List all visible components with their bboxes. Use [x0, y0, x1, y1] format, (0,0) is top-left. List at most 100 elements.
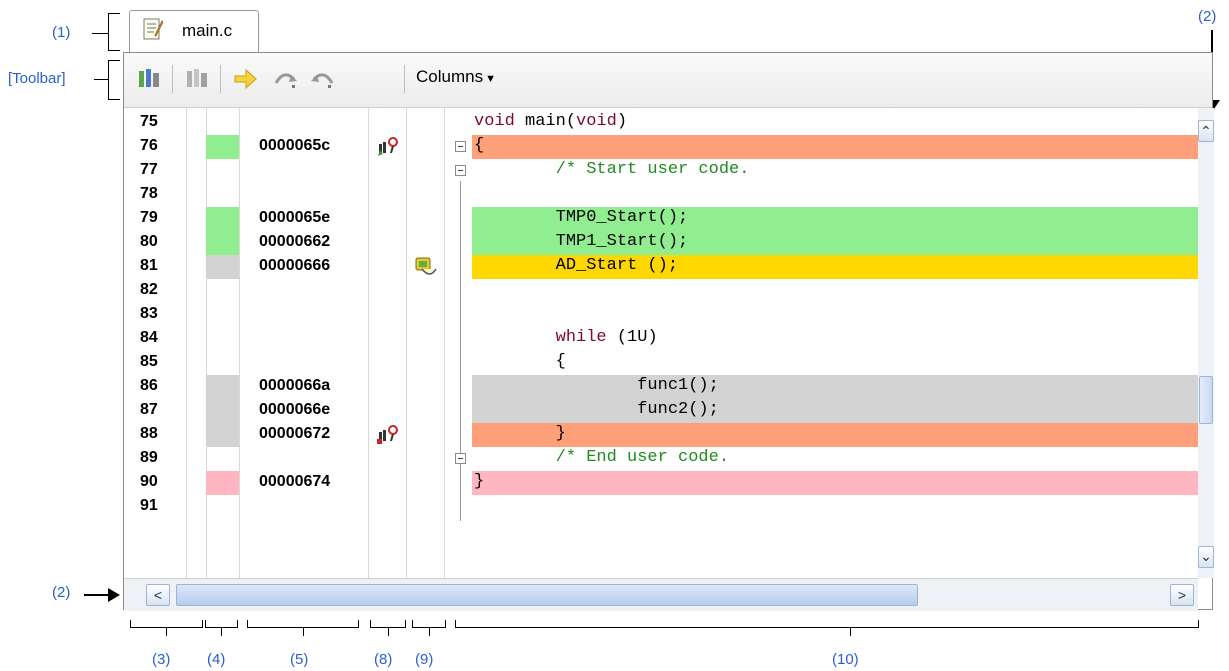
callout-1-leader — [92, 33, 108, 34]
code-text: TMP1_Start(); — [474, 232, 689, 251]
callout-3: (3) — [152, 651, 171, 668]
chevron-up-icon: ⌃ — [1200, 123, 1212, 139]
callout-4: (4) — [207, 651, 226, 668]
bracket-10 — [455, 620, 1199, 628]
code-comment: /* End user code. — [474, 448, 730, 467]
code-row: 81 00000666 AD_Start (); — [124, 255, 1198, 279]
address: 0000066e — [259, 401, 331, 418]
address: 00000672 — [259, 425, 331, 442]
code-row: 88 00000672 } — [124, 423, 1198, 447]
line-number: 88 — [140, 425, 158, 442]
code-row: 84 while (1U) — [124, 327, 1198, 351]
breakpoint-event-icon[interactable] — [376, 424, 400, 446]
step-in-icon[interactable] — [232, 65, 260, 93]
callout-toolbar: [Toolbar] — [8, 70, 66, 87]
code-text: { — [474, 136, 485, 155]
code-text: { — [474, 352, 566, 371]
scroll-left-button[interactable]: < — [146, 584, 170, 606]
code-row: 89 /* End user code. — [124, 447, 1198, 471]
coverage-cell — [206, 207, 239, 231]
scroll-right-button[interactable]: > — [1170, 584, 1194, 606]
code-row: 76 0000065c { — [124, 135, 1198, 159]
code-text: AD_Start (); — [474, 256, 679, 275]
code-row: 79 0000065e TMP0_Start(); — [124, 207, 1198, 231]
coverage-cell — [206, 471, 239, 495]
code-text: } — [474, 424, 566, 443]
horizontal-scrollbar[interactable]: < > — [124, 578, 1198, 611]
code-row: 86 0000066a func1(); — [124, 375, 1198, 399]
bracket-4 — [205, 620, 238, 628]
go-to-disassemble-icon[interactable] — [184, 65, 212, 93]
columns-dropdown[interactable]: Columns ▼ — [416, 67, 496, 87]
horizontal-scroll-thumb[interactable] — [176, 584, 918, 606]
editor-panel: Columns▼ 75 void main(void) 76 0000065c — [123, 52, 1214, 611]
scroll-up-button[interactable]: ⌃ — [1198, 120, 1214, 142]
chevron-left-icon: < — [153, 587, 163, 603]
coverage-cell — [206, 255, 239, 279]
line-number: 83 — [140, 305, 158, 322]
arrow-right-icon — [108, 588, 120, 602]
callout-9: (9) — [415, 651, 434, 668]
tab-label: main.c — [182, 21, 233, 40]
breakpoint-event-icon[interactable] — [376, 136, 400, 158]
scroll-down-button[interactable]: ⌄ — [1198, 546, 1214, 568]
fold-toggle-icon[interactable] — [455, 165, 466, 176]
fold-toggle-icon[interactable] — [455, 141, 466, 152]
code-row: 77 /* Start user code. — [124, 159, 1198, 183]
line-number: 86 — [140, 377, 158, 394]
code-row: 82 — [124, 279, 1198, 303]
bracket-8 — [370, 620, 406, 628]
columns-label: Columns — [416, 67, 484, 86]
callout-1-bracket — [108, 13, 109, 51]
toolbar-separator — [404, 65, 405, 93]
code-text: TMP0_Start(); — [474, 208, 689, 227]
address: 00000666 — [259, 257, 331, 274]
line-number: 79 — [140, 209, 158, 226]
code-text: void main(void) — [474, 112, 628, 131]
line-number: 85 — [140, 353, 158, 370]
line-number: 76 — [140, 137, 158, 154]
highlight-breakpoint — [472, 135, 1198, 159]
bracket-5 — [247, 620, 359, 628]
address: 00000662 — [259, 233, 331, 250]
line-number: 90 — [140, 473, 158, 490]
go-to-source-icon[interactable] — [136, 65, 164, 93]
step-over-icon[interactable] — [272, 65, 300, 93]
line-number: 77 — [140, 161, 158, 178]
line-number: 84 — [140, 329, 158, 346]
address: 00000674 — [259, 473, 331, 490]
tab-main-c[interactable]: main.c — [129, 10, 259, 52]
callout-8: (8) — [374, 651, 393, 668]
return-out-icon[interactable] — [308, 65, 336, 93]
highlight-pink — [472, 471, 1198, 495]
current-pc-icon — [415, 257, 437, 275]
chevron-down-icon: ▼ — [485, 73, 496, 85]
code-row: 75 void main(void) — [124, 111, 1198, 135]
fold-toggle-icon[interactable] — [455, 453, 466, 464]
code-row: 87 0000066e func2(); — [124, 399, 1198, 423]
bracket-3 — [130, 620, 203, 628]
line-number: 87 — [140, 401, 158, 418]
callout-1: (1) — [52, 24, 71, 41]
line-number: 78 — [140, 185, 158, 202]
coverage-cell — [206, 399, 239, 423]
code-row: 85 { — [124, 351, 1198, 375]
tab-bar: main.c — [123, 8, 1213, 52]
code-text: func2(); — [474, 400, 719, 419]
coverage-cell — [206, 135, 239, 159]
code-comment: /* Start user code. — [474, 160, 750, 179]
code-row: 83 — [124, 303, 1198, 327]
file-edit-icon — [143, 18, 163, 40]
coverage-cell — [206, 423, 239, 447]
callout-10: (10) — [832, 651, 859, 668]
callout-5: (5) — [290, 651, 309, 668]
coverage-cell — [206, 231, 239, 255]
code-row: 90 00000674 } — [124, 471, 1198, 495]
bracket-9 — [412, 620, 446, 628]
source-editor[interactable]: 75 void main(void) 76 0000065c { 77 /* S… — [124, 108, 1198, 578]
vertical-scrollbar[interactable]: ⌃ ⌄ — [1198, 108, 1214, 578]
line-number: 80 — [140, 233, 158, 250]
vertical-scroll-thumb[interactable] — [1199, 376, 1213, 424]
line-number: 91 — [140, 497, 158, 514]
code-row: 80 00000662 TMP1_Start(); — [124, 231, 1198, 255]
